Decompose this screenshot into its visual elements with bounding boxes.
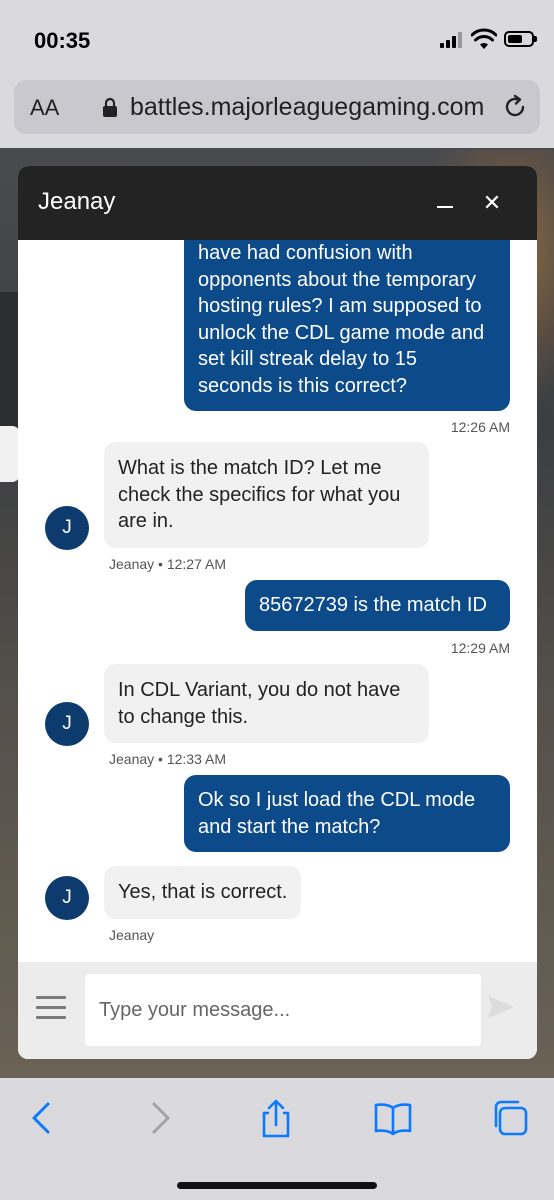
- message-time: 12:26 AM: [450, 419, 510, 435]
- send-icon[interactable]: [486, 992, 516, 1022]
- message-input[interactable]: [85, 974, 481, 1046]
- agent-avatar: J: [45, 506, 89, 550]
- chat-title: Jeanay: [38, 188, 116, 215]
- close-icon[interactable]: ✕: [478, 188, 506, 218]
- side-strip: [0, 292, 20, 426]
- side-tab[interactable]: [0, 426, 20, 482]
- message-meta: Jeanay: [109, 927, 155, 943]
- battery-icon: [504, 31, 537, 47]
- message-time: 12:29 AM: [450, 640, 510, 656]
- agent-message: What is the match ID? Let me check the s…: [104, 442, 429, 548]
- agent-avatar: J: [45, 702, 89, 746]
- status-bar: 00:35: [0, 0, 554, 78]
- back-icon[interactable]: [22, 1098, 62, 1138]
- chat-window: Jeanay ✕ have had confusion with opponen…: [18, 166, 537, 1059]
- lock-icon: [103, 97, 117, 117]
- user-message: have had confusion with opponents about …: [184, 240, 510, 411]
- text-size-button[interactable]: AA: [30, 95, 59, 121]
- forward-icon[interactable]: [140, 1098, 180, 1138]
- agent-message: In CDL Variant, you do not have to chang…: [104, 664, 429, 743]
- agent-avatar: J: [45, 876, 89, 920]
- wifi-icon: [471, 28, 497, 49]
- home-indicator[interactable]: [177, 1182, 377, 1189]
- message-meta: Jeanay • 12:27 AM: [109, 556, 226, 572]
- user-message: 85672739 is the match ID: [245, 580, 510, 631]
- composer: [18, 962, 537, 1059]
- share-icon[interactable]: [256, 1098, 296, 1138]
- chat-header: Jeanay ✕: [18, 166, 537, 240]
- address-bar[interactable]: AA battles.majorleaguegaming.com: [14, 80, 540, 134]
- agent-message: Yes, that is correct.: [104, 866, 302, 919]
- user-message: Ok so I just load the CDL mode and start…: [184, 775, 510, 852]
- signal-icon: [440, 32, 466, 48]
- url-text[interactable]: battles.majorleaguegaming.com: [130, 93, 484, 122]
- minimize-icon[interactable]: [432, 190, 460, 218]
- menu-icon[interactable]: [36, 996, 66, 1020]
- message-list[interactable]: have had confusion with opponents about …: [18, 240, 537, 962]
- bookmarks-icon[interactable]: [373, 1098, 413, 1138]
- tabs-icon[interactable]: [490, 1098, 530, 1138]
- message-meta: Jeanay • 12:33 AM: [109, 751, 226, 767]
- reload-icon[interactable]: [502, 94, 528, 120]
- status-time: 00:35: [34, 28, 91, 53]
